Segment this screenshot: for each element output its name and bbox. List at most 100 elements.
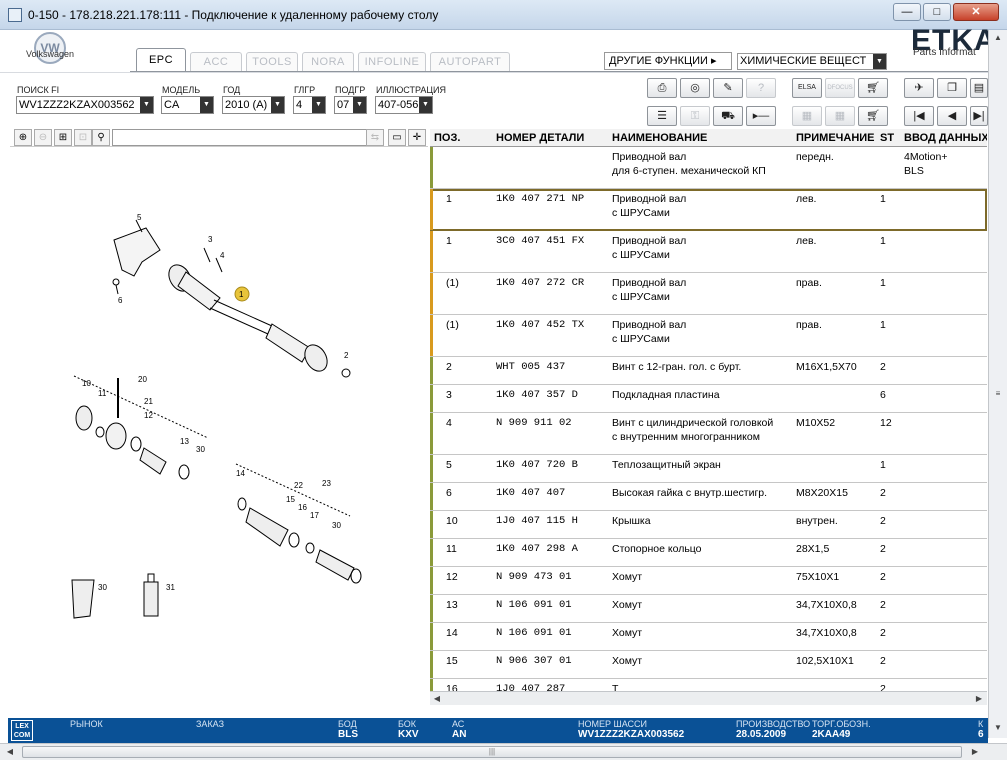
col-pos[interactable]: ПОЗ. <box>434 132 460 144</box>
expand-button[interactable]: ✛ <box>408 129 426 146</box>
minimize-button[interactable]: — <box>893 3 921 21</box>
table-row[interactable]: Приводной вал передн. 4Motion+ для 6-ступен… <box>430 147 987 189</box>
tab-infoline[interactable]: INFOLINE <box>358 52 426 71</box>
row-status-bar <box>430 595 433 622</box>
zoom-fit-button[interactable]: ⊞ <box>54 129 72 146</box>
cell-name-line2: с ШРУСами <box>612 291 670 303</box>
zoom-in-button[interactable]: ⊕ <box>14 129 32 146</box>
scroll-down-icon[interactable]: ▼ <box>989 720 1007 736</box>
table-row[interactable]: (1) 1K0 407 272 CR Приводной вал прав. 1 с ШР… <box>430 273 987 315</box>
main-group-select[interactable]: 4 ▼ <box>293 96 326 114</box>
table-row[interactable]: 13 N 106 091 01 Хомут 34,7X10X0,8 2 <box>430 595 987 623</box>
table-row[interactable]: 10 1J0 407 115 H Крышка внутрен. 2 <box>430 511 987 539</box>
parts-illustration[interactable]: 1 2 3 4 5 6 10 11 12 13 30 20 21 14 15 1… <box>10 148 428 708</box>
cell-note: внутрен. <box>796 515 838 527</box>
next-page-button[interactable]: ▤ <box>970 78 988 98</box>
year-label: ГОД <box>223 85 241 95</box>
illustration-search-field[interactable] <box>112 129 370 146</box>
copy-icon: ❐ <box>947 82 957 94</box>
cell-part-number: 1K0 407 272 CR <box>496 277 585 289</box>
layout-button[interactable]: ▭ <box>388 129 406 146</box>
last-button[interactable]: ▶| <box>970 106 988 126</box>
table-row[interactable]: 1 3C0 407 451 FX Приводной вал лев. 1 с ШРУСа… <box>430 231 987 273</box>
scroll-right-icon[interactable]: ▶ <box>972 692 986 705</box>
col-note[interactable]: ПРИМЕЧАНИЕ <box>796 132 875 144</box>
arrow-right-button[interactable]: ▸— <box>746 106 776 126</box>
key-button[interactable]: ⚿ <box>680 106 710 126</box>
year-select[interactable]: 2010 (A) ▼ <box>222 96 285 114</box>
scroll-right-icon[interactable]: ▶ <box>968 746 982 758</box>
maximize-button[interactable]: □ <box>923 3 951 21</box>
print-button[interactable]: ⎙ <box>647 78 677 98</box>
svg-text:16: 16 <box>298 503 307 512</box>
market-label: РЫНОК <box>70 719 103 729</box>
table-row[interactable]: 5 1K0 407 720 B Теплозащитный экран 1 <box>430 455 987 483</box>
table-row[interactable]: 3 1K0 407 357 D Подкладная пластина 6 <box>430 385 987 413</box>
split-view-button[interactable]: ⇆ <box>366 129 384 146</box>
last-icon: ▶| <box>973 110 985 122</box>
ssp-button[interactable]: ? <box>746 78 776 98</box>
tab-nora[interactable]: NORA <box>302 52 354 71</box>
table-row[interactable]: 6 1K0 407 407 Высокая гайка с внутр.шестиг… <box>430 483 987 511</box>
table-row[interactable]: 12 N 909 473 01 Хомут 75X10X1 2 <box>430 567 987 595</box>
table-horizontal-scrollbar[interactable]: ◀ ▶ <box>430 691 987 705</box>
table-row[interactable]: 2 WHT 005 437 Винт с 12-гран. гол. с бурт.… <box>430 357 987 385</box>
table-row[interactable]: 1 1K0 407 271 NP Приводной вал лев. 1 с ШРУСа… <box>430 189 987 231</box>
camera-button[interactable]: ✎ <box>713 78 743 98</box>
cart2-button[interactable]: 🛒︎ <box>858 106 888 126</box>
tab-autopart[interactable]: AUTOPART <box>430 52 510 71</box>
scroll-left-icon[interactable]: ◀ <box>430 692 444 705</box>
dfocus-button[interactable]: DFOCUS <box>825 78 855 98</box>
chevron-down-icon: ▼ <box>353 97 366 113</box>
table-row[interactable]: (1) 1K0 407 452 TX Приводной вал прав. 1 с ШР… <box>430 315 987 357</box>
tab-acc[interactable]: ACC <box>190 52 242 71</box>
col-model-data[interactable]: ВВОД ДАННЫХ / МОДЕЛ <box>904 132 987 144</box>
col-st[interactable]: ST <box>880 132 894 144</box>
cell-part-number: 1K0 407 271 NP <box>496 193 585 205</box>
table-row[interactable]: 4 N 909 911 02 Винт с цилиндрической голов… <box>430 413 987 455</box>
window-vertical-scrollbar[interactable]: ▲ ≡ ▼ <box>988 30 1007 738</box>
cart-button[interactable]: 🛒︎ <box>858 78 888 98</box>
model-select[interactable]: CA ▼ <box>161 96 214 114</box>
elsa2-button[interactable]: ▦ <box>792 106 822 126</box>
search-icon: ⚲ <box>97 132 105 143</box>
scroll-thumb[interactable]: ||| <box>22 746 962 758</box>
copy-button[interactable]: ❐ <box>937 78 967 98</box>
pin-button[interactable]: ✈ <box>904 78 934 98</box>
tab-epc[interactable]: EPC <box>136 48 186 72</box>
list-button[interactable]: ☰ <box>647 106 677 126</box>
car-button[interactable]: ⛟ <box>713 106 743 126</box>
key-icon: ⚿ <box>690 110 700 122</box>
magnifier-button[interactable]: ⚲ <box>92 129 110 146</box>
zoom-area-button[interactable]: ⊡ <box>74 129 92 146</box>
dfocus2-button[interactable]: ▦ <box>825 106 855 126</box>
scroll-grip-icon[interactable]: ≡ <box>989 386 1007 402</box>
table-row[interactable]: 14 N 106 091 01 Хомут 34,7X10X0,8 2 <box>430 623 987 651</box>
elsa-button[interactable]: ELSA <box>792 78 822 98</box>
illustration-select[interactable]: 407-056 ▼ <box>375 96 433 114</box>
gearbox-code-label: БОК <box>398 719 417 729</box>
chemicals-dropdown[interactable]: ХИМИЧЕСКИЕ ВЕЩЕСТ ▼ <box>737 53 887 70</box>
rdp-horizontal-scrollbar[interactable]: ◀ ||| ▶ <box>0 743 1007 760</box>
close-button[interactable]: ✕ <box>953 3 999 21</box>
subgroup-select[interactable]: 07 ▼ <box>334 96 367 114</box>
col-part-number[interactable]: НОМЕР ДЕТАЛИ <box>496 132 584 144</box>
scroll-up-icon[interactable]: ▲ <box>989 30 1007 46</box>
svg-text:1: 1 <box>239 290 244 299</box>
search-fi-field[interactable]: WV1ZZZ2KZAX003562 ▼ <box>16 96 154 114</box>
svg-text:12: 12 <box>144 411 153 420</box>
illustration-label: ИЛЛЮСТРАЦИЯ <box>376 85 447 95</box>
table-row[interactable]: 11 1K0 407 298 A Стопорное кольцо 28X1,5 2 <box>430 539 987 567</box>
cd-button[interactable]: ◎ <box>680 78 710 98</box>
scroll-left-icon[interactable]: ◀ <box>3 746 17 758</box>
first-button[interactable]: |◀ <box>904 106 934 126</box>
table-row[interactable]: 16 1J0 407 287 Т 2 <box>430 679 987 691</box>
prev-button[interactable]: ◀ <box>937 106 967 126</box>
extra-label: К <box>978 719 984 729</box>
other-functions-button[interactable]: ДРУГИЕ ФУНКЦИИ ▸ <box>604 52 732 70</box>
table-row[interactable]: 15 N 906 307 01 Хомут 102,5X10X1 2 <box>430 651 987 679</box>
tab-tools[interactable]: TOOLS <box>246 52 298 71</box>
col-name[interactable]: НАИМЕНОВАНИЕ <box>612 132 707 144</box>
zoom-out-button[interactable]: ⊖ <box>34 129 52 146</box>
chassis-number-label: НОМЕР ШАССИ <box>578 719 648 729</box>
